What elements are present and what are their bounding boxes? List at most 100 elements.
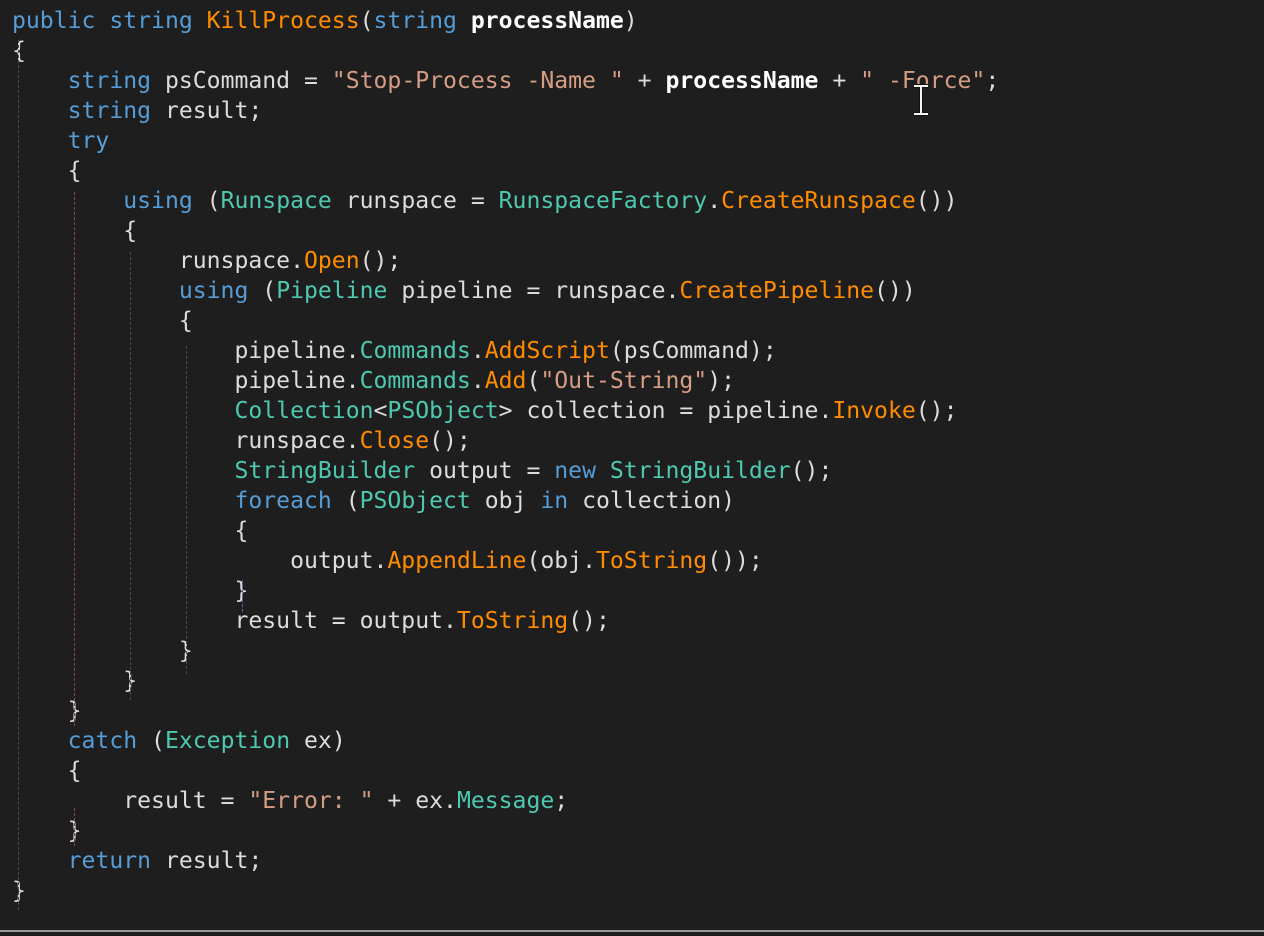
code-token: StringBuilder — [234, 458, 416, 484]
code-token: } — [12, 698, 82, 724]
code-token: ex) — [290, 728, 346, 754]
code-token: return — [67, 848, 152, 874]
code-token: Runspace — [220, 188, 332, 214]
code-token: < — [373, 398, 388, 424]
code-token: KillProcess — [206, 8, 360, 34]
code-token: > collection = pipeline. — [498, 398, 833, 424]
code-line[interactable]: } — [12, 696, 82, 726]
code-line[interactable]: result = "Error: " + ex.Message; — [12, 786, 568, 816]
code-line[interactable]: StringBuilder output = new StringBuilder… — [12, 456, 832, 486]
code-token: ToString — [456, 608, 569, 634]
code-token: } — [12, 638, 193, 664]
code-line[interactable]: using (Runspace runspace = RunspaceFacto… — [12, 186, 957, 216]
code-line[interactable]: string psCommand = "Stop-Process -Name "… — [12, 66, 1000, 96]
code-line[interactable]: using (Pipeline pipeline = runspace.Crea… — [12, 276, 916, 306]
code-token: result = — [12, 788, 249, 814]
code-line[interactable]: Collection<PSObject> collection = pipeli… — [12, 396, 957, 426]
text-cursor-icon — [914, 84, 928, 116]
code-token: Collection — [234, 398, 374, 424]
code-token: catch — [67, 728, 138, 754]
code-line[interactable]: pipeline.Commands.Add("Out-String"); — [12, 366, 735, 396]
code-token: (); — [568, 608, 610, 634]
code-line[interactable]: } — [12, 816, 82, 846]
code-token: processName — [470, 8, 624, 34]
code-line[interactable]: output.AppendLine(obj.ToString()); — [12, 546, 763, 576]
editor-bottom-border — [0, 930, 1264, 932]
code-token: ( — [137, 728, 165, 754]
code-token: output. — [12, 548, 388, 574]
code-token: . — [470, 368, 485, 394]
code-token: . — [470, 338, 485, 364]
code-editor[interactable]: public string KillProcess(string process… — [0, 0, 1264, 936]
code-token: ; — [554, 788, 569, 814]
code-token: { — [12, 758, 82, 784]
code-line[interactable]: foreach (PSObject obj in collection) — [12, 486, 735, 516]
code-token: ); — [707, 368, 736, 394]
code-line[interactable]: try — [12, 126, 110, 156]
code-line[interactable]: } — [12, 636, 193, 666]
code-token: StringBuilder — [609, 458, 791, 484]
indent-guide — [186, 346, 187, 674]
code-token: . — [707, 188, 722, 214]
code-token: ( — [192, 188, 221, 214]
code-line[interactable]: { — [12, 306, 193, 336]
code-line[interactable]: string result; — [12, 96, 263, 126]
code-line[interactable]: { — [12, 156, 82, 186]
code-token: result = output. — [12, 608, 457, 634]
code-token: Add — [484, 368, 527, 394]
code-token: + ex. — [373, 788, 457, 814]
code-token: ( — [359, 8, 374, 34]
code-token: runspace = — [331, 188, 499, 214]
code-line[interactable]: return result; — [12, 846, 263, 876]
code-token: PSObject — [359, 488, 471, 514]
code-token: Pipeline — [276, 278, 388, 304]
indent-guide — [242, 580, 243, 612]
code-token: using — [123, 188, 193, 214]
code-token: CreateRunspace — [721, 188, 916, 214]
code-token: string — [67, 98, 152, 124]
code-token: public — [12, 8, 96, 34]
code-line[interactable]: public string KillProcess(string process… — [12, 6, 638, 36]
code-token: try — [67, 128, 110, 154]
code-line[interactable]: catch (Exception ex) — [12, 726, 346, 756]
code-token: (obj. — [526, 548, 596, 574]
code-token: "Error: " — [248, 788, 374, 814]
code-token: using — [178, 278, 249, 304]
code-token: Close — [359, 428, 430, 454]
code-token: { — [12, 158, 82, 184]
code-line[interactable]: result = output.ToString(); — [12, 606, 610, 636]
code-token: "Stop-Process -Name " — [331, 68, 624, 94]
code-token: ( — [526, 368, 541, 394]
indent-guide — [18, 40, 19, 910]
code-token: ) — [623, 8, 638, 34]
code-token: Message — [456, 788, 555, 814]
code-token: (); — [790, 458, 833, 484]
indent-guide — [74, 808, 75, 846]
code-token: ( — [331, 488, 360, 514]
code-token: Exception — [164, 728, 291, 754]
code-line[interactable]: runspace.Close(); — [12, 426, 470, 456]
code-token: string — [109, 8, 193, 34]
code-line[interactable]: pipeline.Commands.AddScript(psCommand); — [12, 336, 777, 366]
code-token: } — [12, 818, 82, 844]
code-token: string — [373, 8, 457, 34]
code-token: obj — [470, 488, 541, 514]
code-token: Commands — [359, 368, 471, 394]
code-token: (psCommand); — [609, 338, 777, 364]
code-token: RunspaceFactory — [498, 188, 708, 214]
code-line[interactable]: { — [12, 756, 82, 786]
code-token: psCommand = — [151, 68, 332, 94]
code-token: Commands — [359, 338, 471, 364]
code-line[interactable]: runspace.Open(); — [12, 246, 402, 276]
